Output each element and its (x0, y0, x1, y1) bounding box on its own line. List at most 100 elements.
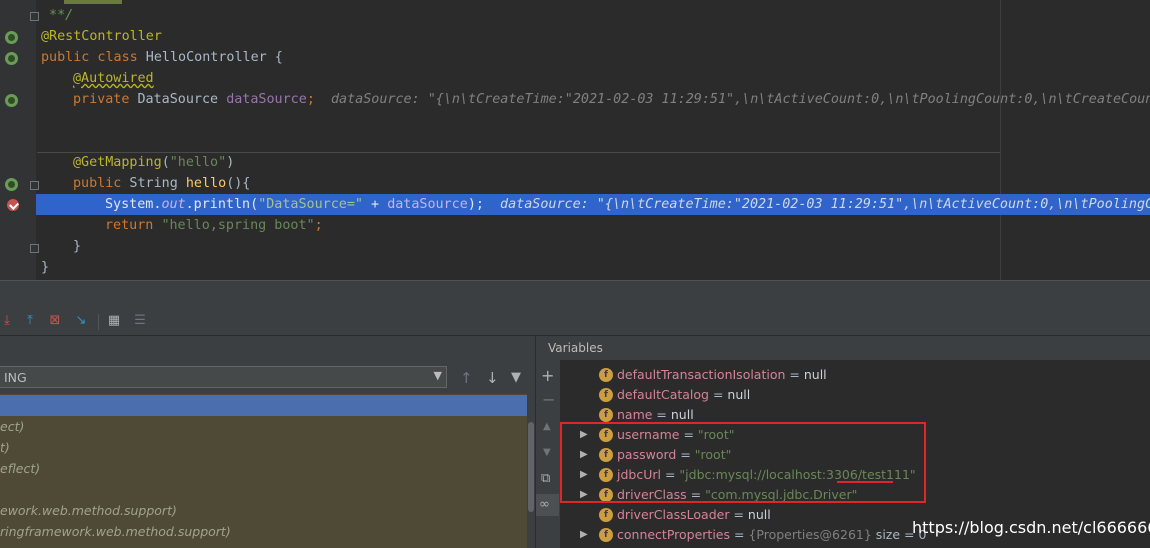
field-icon: f (599, 388, 613, 402)
frame-item[interactable]: ringframework.web.method.support) (0, 521, 527, 542)
get-mapping-annotation: @GetMapping (73, 155, 162, 170)
private-keyword: private (73, 92, 130, 107)
field-icon: f (599, 408, 613, 422)
variable-value: null (803, 367, 827, 382)
semicolon: ; (314, 218, 323, 233)
field-name: dataSource (226, 92, 307, 107)
semicolon: ; (306, 92, 315, 107)
method-params: (){ (226, 176, 251, 191)
method-name: hello (185, 176, 227, 191)
variable-value: null (670, 407, 694, 422)
equals: = (729, 507, 748, 522)
frame-item[interactable] (0, 479, 527, 500)
println-string: "DataSource=" (258, 197, 363, 212)
frames-scrollbar-thumb[interactable] (528, 422, 534, 512)
debug-tab-strip[interactable] (0, 280, 1150, 310)
thread-selector[interactable]: ING ▼ (0, 366, 447, 388)
autowired-annotation: @Autowired (73, 71, 154, 86)
out-field: out (161, 197, 186, 212)
move-up-icon[interactable]: ▲ (543, 421, 551, 432)
paren-close: ) (226, 155, 235, 170)
variables-header: Variables (536, 336, 1150, 360)
variable-name: defaultTransactionIsolation (617, 367, 786, 382)
code-line-12: } (36, 236, 1150, 257)
field-icon: f (599, 368, 613, 382)
code-line-8: @GetMapping("hello") (36, 152, 1150, 173)
field-icon: f (599, 508, 613, 522)
doc-comment-end: **/ (41, 8, 74, 23)
move-down-icon[interactable]: ▼ (543, 447, 551, 458)
code-line-3: public class HelloController { (36, 47, 1150, 68)
frame-item[interactable]: ect) (0, 416, 527, 437)
variable-name: driverClassLoader (617, 507, 730, 522)
bean-icon[interactable] (5, 52, 18, 65)
add-watch-icon[interactable]: + (541, 366, 554, 385)
run-to-cursor-icon[interactable]: ↘ (74, 314, 88, 328)
inline-debug-value: dataSource: "{\n\tCreateTime:"2021-02-03… (500, 197, 1150, 212)
frame-item[interactable]: ework.web.method.support) (0, 500, 527, 521)
filter-icon[interactable]: ▼ (511, 370, 521, 385)
class-close-brace: } (41, 260, 50, 275)
mapping-icon[interactable] (5, 178, 18, 191)
variable-name: name (617, 407, 653, 422)
return-string: "hello,spring boot" (161, 218, 315, 233)
copy-icon[interactable]: ⧉ (541, 471, 550, 486)
code-line-11: return "hello,spring boot"; (36, 215, 1150, 236)
arrow-down-icon[interactable]: ↓ (486, 369, 499, 387)
editor-gutter[interactable] (0, 0, 36, 280)
frame-item[interactable]: eflect) (0, 458, 527, 479)
toolbar-divider (98, 314, 99, 330)
equals: = (709, 387, 728, 402)
bean-icon[interactable] (5, 31, 18, 44)
trace-stream-icon[interactable]: ☰ (133, 314, 147, 328)
code-line-4: @Autowired (36, 68, 1150, 89)
return-type: String (121, 176, 186, 191)
mapping-path-string: "hello" (169, 155, 227, 170)
variable-value: null (747, 507, 771, 522)
rest-controller-annotation: @RestController (41, 29, 162, 44)
code-line-5: private DataSource dataSource; dataSourc… (36, 89, 1150, 110)
remove-watch-icon[interactable]: − (542, 390, 555, 409)
variable-value: {Properties@6261} (748, 527, 872, 542)
autowired-bean-icon[interactable] (5, 94, 18, 107)
frame-item-selected[interactable] (0, 395, 527, 416)
code-line-2: @RestController (36, 26, 1150, 47)
highlight-annotation-box (560, 422, 926, 503)
code-line-10-execution-point: System.out.println("DataSource=" + dataS… (36, 194, 1150, 215)
chevron-down-icon: ▼ (433, 369, 442, 382)
return-keyword: return (105, 218, 154, 233)
variable-name: defaultCatalog (617, 387, 709, 402)
frame-item[interactable]: t) (0, 437, 527, 458)
variable-name: connectProperties (617, 527, 731, 542)
variables-toolbar: + − ▲ ▼ ⧉ ∞ (535, 360, 560, 548)
equals: = (730, 527, 749, 542)
evaluate-expression-icon[interactable]: ▦ (107, 314, 121, 328)
datasource-reference: dataSource (387, 197, 468, 212)
code-editor[interactable]: **/ @RestController public class HelloCo… (0, 0, 1150, 280)
thread-selector-value: ING (4, 370, 27, 385)
debug-toolbar: ⤓ ⤒ ⊠ ↘ ▦ ☰ (0, 309, 1150, 336)
watermark-text: https://blog.csdn.net/cl66666666 (912, 518, 1150, 537)
equals: = (785, 367, 804, 382)
breakpoint-icon[interactable] (7, 199, 19, 211)
step-out-icon[interactable]: ⤒ (23, 314, 37, 328)
paren-open: ( (161, 155, 170, 170)
inline-debug-value: dataSource: "{\n\tCreateTime:"2021-02-03… (314, 92, 1150, 107)
arrow-up-icon[interactable]: ↑ (460, 369, 473, 387)
previous-line-marker (64, 0, 122, 4)
expand-arrow-icon[interactable]: ▶ (580, 525, 588, 545)
system-class: System. (105, 197, 162, 212)
public-keyword: public (73, 176, 122, 191)
method-close-brace: } (73, 239, 82, 254)
code-line-9: public String hello(){ (36, 173, 1150, 194)
frame-list[interactable]: ect) t) eflect) ework.web.method.support… (0, 394, 527, 548)
step-into-icon[interactable]: ⤓ (0, 314, 14, 328)
println-call: .println( (185, 197, 259, 212)
type-name: DataSource (129, 92, 227, 107)
drop-frame-icon[interactable]: ⊠ (48, 314, 62, 328)
equals: = (652, 407, 671, 422)
glasses-icon: ∞ (539, 497, 550, 512)
plus-operator: + (363, 197, 388, 212)
class-name: HelloController { (137, 50, 283, 65)
variables-title: Variables (548, 341, 603, 355)
